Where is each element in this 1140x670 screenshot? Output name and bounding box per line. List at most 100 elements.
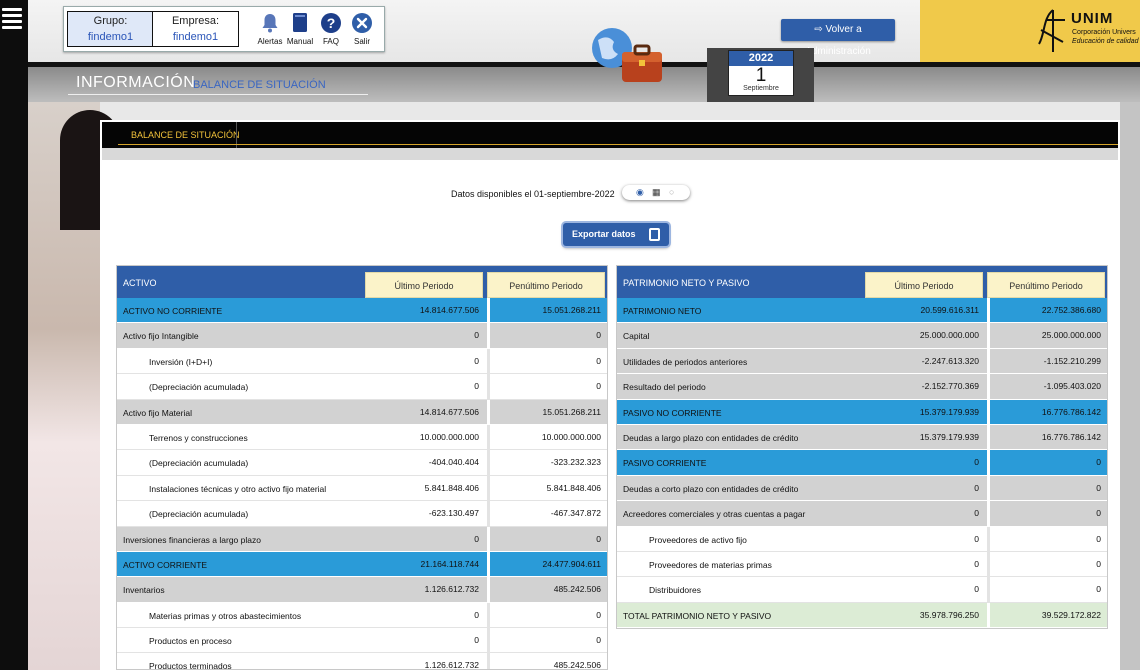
previous-date-icon[interactable]: ◉ bbox=[636, 187, 644, 198]
grupo-label: Grupo: bbox=[93, 15, 128, 27]
table-row: Inversión (I+D+I) 0 0 bbox=[117, 348, 607, 375]
table-row: Distribuidores 0 0 bbox=[617, 577, 1107, 603]
export-data-button[interactable]: Exportar datos bbox=[563, 223, 669, 246]
alertas-button[interactable]: Alertas bbox=[254, 12, 286, 46]
table-row: Proveedores de activo fijo 0 0 bbox=[617, 526, 1107, 552]
svg-text:?: ? bbox=[327, 15, 336, 31]
row-label: Utilidades de periodos anteriores bbox=[623, 356, 748, 367]
row-label: (Depreciación acumulada) bbox=[149, 458, 249, 469]
row-value-penultimo: -323.232.323 bbox=[487, 450, 606, 475]
faq-label: FAQ bbox=[322, 37, 339, 46]
table-row: Inventarios 1.126.612.732 485.242.506 bbox=[117, 577, 607, 603]
activo-table: ACTIVO Último Periodo Penúltimo Periodo … bbox=[116, 265, 608, 670]
table-row: PASIVO NO CORRIENTE 15.379.179.939 16.776.… bbox=[617, 399, 1107, 425]
table-row: Activo fijo Intangible 0 0 bbox=[117, 323, 607, 349]
table-row: Utilidades de periodos anteriores -2.247.… bbox=[617, 348, 1107, 375]
logo-name: UNIM bbox=[1071, 10, 1114, 27]
pasivo-table: PATRIMONIO NETO Y PASIVO Último Periodo … bbox=[616, 265, 1108, 630]
row-value-ultimo: -2.152.770.369 bbox=[921, 381, 979, 392]
manual-button[interactable]: Manual bbox=[284, 12, 316, 46]
card-header-gold-line bbox=[118, 144, 1118, 145]
table-row: PATRIMONIO NETO 20.599.616.311 22.752.386.… bbox=[617, 298, 1107, 324]
row-value-ultimo: 0 bbox=[474, 609, 479, 620]
book-icon bbox=[293, 13, 307, 32]
row-label: Acreedores comerciales y otras cuentas a… bbox=[623, 509, 806, 520]
row-value-penultimo: 0 bbox=[487, 526, 606, 551]
row-value-ultimo: 25.000.000.000 bbox=[919, 330, 979, 341]
row-value-penultimo: 0 bbox=[987, 577, 1106, 602]
row-value-ultimo: 15.379.179.939 bbox=[919, 431, 979, 442]
logo-line2: Educación de calidad bbox=[1072, 38, 1139, 45]
calendar-widget: 2022 1 Septiembre bbox=[728, 50, 794, 96]
salir-button[interactable]: Salir bbox=[346, 12, 378, 46]
volver-administracion-button[interactable]: ⇨ Volver a Administración bbox=[781, 19, 895, 57]
row-value-ultimo: 0 bbox=[974, 533, 979, 544]
university-logo: UNIM Corporación Univers Educación de ca… bbox=[1035, 4, 1140, 58]
activo-title: ACTIVO bbox=[123, 278, 157, 288]
row-label: Productos en proceso bbox=[149, 636, 232, 647]
document-icon bbox=[649, 228, 660, 241]
empresa-value: findemo1 bbox=[172, 31, 219, 43]
row-value-penultimo: 0 bbox=[487, 323, 606, 348]
title-band: INFORMACIÓN BALANCE DE SITUACIÓN bbox=[28, 67, 1140, 102]
table-row: (Depreciación acumulada) 0 0 bbox=[117, 374, 607, 400]
row-value-ultimo: 0 bbox=[474, 330, 479, 341]
table-row: Resultado del periodo -2.152.770.369 -1.09… bbox=[617, 374, 1107, 400]
row-value-ultimo: 10.000.000.000 bbox=[419, 431, 479, 442]
row-value-penultimo: 24.477.904.611 bbox=[487, 551, 606, 577]
row-value-penultimo: -467.347.872 bbox=[487, 501, 606, 526]
row-value-penultimo: 0 bbox=[487, 602, 606, 628]
row-value-ultimo: 0 bbox=[474, 533, 479, 544]
table-row: Deudas a corto plazo con entidades de cr… bbox=[617, 475, 1107, 502]
row-value-penultimo: -1.095.403.020 bbox=[987, 374, 1106, 399]
empresa-field: Empresa: findemo1 bbox=[152, 11, 239, 47]
next-date-icon[interactable]: ○ bbox=[669, 187, 674, 197]
menu-icon[interactable] bbox=[2, 8, 22, 30]
faq-button[interactable]: ? FAQ bbox=[315, 12, 347, 46]
row-label: Distribuidores bbox=[649, 585, 701, 596]
row-value-penultimo: 15.051.268.211 bbox=[487, 298, 606, 323]
question-icon: ? bbox=[321, 13, 341, 33]
row-value-ultimo: 0 bbox=[974, 508, 979, 519]
row-value-penultimo: 485.242.506 bbox=[487, 653, 606, 669]
period-date-box: 2022 1 Septiembre bbox=[707, 48, 814, 102]
card-header: BALANCE DE SITUACIÓN bbox=[102, 122, 1118, 148]
row-value-ultimo: 0 bbox=[974, 584, 979, 595]
table-row: Instalaciones técnicas y otro activo fij… bbox=[117, 475, 607, 502]
row-value-ultimo: 15.379.179.939 bbox=[919, 406, 979, 417]
activo-table-header: ACTIVO Último Periodo Penúltimo Periodo bbox=[117, 266, 607, 298]
section-subtitle: BALANCE DE SITUACIÓN bbox=[193, 79, 326, 91]
empresa-label: Empresa: bbox=[171, 15, 220, 27]
logo-emblem-icon bbox=[1038, 9, 1065, 52]
table-row: Activo fijo Material 14.814.677.506 15.051… bbox=[117, 399, 607, 425]
date-navigator: ◉ ▦ ○ bbox=[622, 185, 690, 200]
row-label: Resultado del periodo bbox=[623, 382, 706, 393]
export-label: Exportar datos bbox=[572, 229, 636, 239]
row-value-penultimo: 0 bbox=[487, 628, 606, 653]
column-header-penultimo: Penúltimo Periodo bbox=[487, 272, 605, 298]
row-value-penultimo: 0 bbox=[487, 374, 606, 399]
calendar-year: 2022 bbox=[729, 51, 793, 66]
section-title: INFORMACIÓN bbox=[76, 74, 196, 91]
row-label: (Depreciación acumulada) bbox=[149, 509, 249, 520]
row-value-ultimo: 35.978.796.250 bbox=[919, 609, 979, 620]
calendar-icon[interactable]: ▦ bbox=[652, 187, 661, 198]
calendar-month: Septiembre bbox=[743, 85, 779, 92]
alertas-label: Alertas bbox=[257, 37, 283, 46]
grupo-value: findemo1 bbox=[87, 31, 134, 43]
row-label: Proveedores de materias primas bbox=[649, 559, 772, 570]
title-underline bbox=[68, 94, 368, 95]
row-value-ultimo: 0 bbox=[474, 635, 479, 646]
pasivo-title: PATRIMONIO NETO Y PASIVO bbox=[623, 278, 750, 288]
row-label: Inversión (I+D+I) bbox=[149, 356, 213, 367]
table-row: ACTIVO CORRIENTE 21.164.118.744 24.477.904… bbox=[117, 551, 607, 578]
row-value-penultimo: 39.529.172.822 bbox=[987, 602, 1106, 628]
row-value-penultimo: 485.242.506 bbox=[487, 577, 606, 602]
background-right bbox=[1120, 102, 1140, 670]
table-row: PASIVO CORRIENTE 0 0 bbox=[617, 450, 1107, 476]
bell-icon bbox=[262, 14, 278, 33]
row-value-ultimo: -2.247.613.320 bbox=[921, 355, 979, 366]
row-value-ultimo: 14.814.677.506 bbox=[419, 305, 479, 315]
table-row: Productos en proceso 0 0 bbox=[117, 628, 607, 654]
row-label: Terrenos y construcciones bbox=[149, 432, 248, 443]
